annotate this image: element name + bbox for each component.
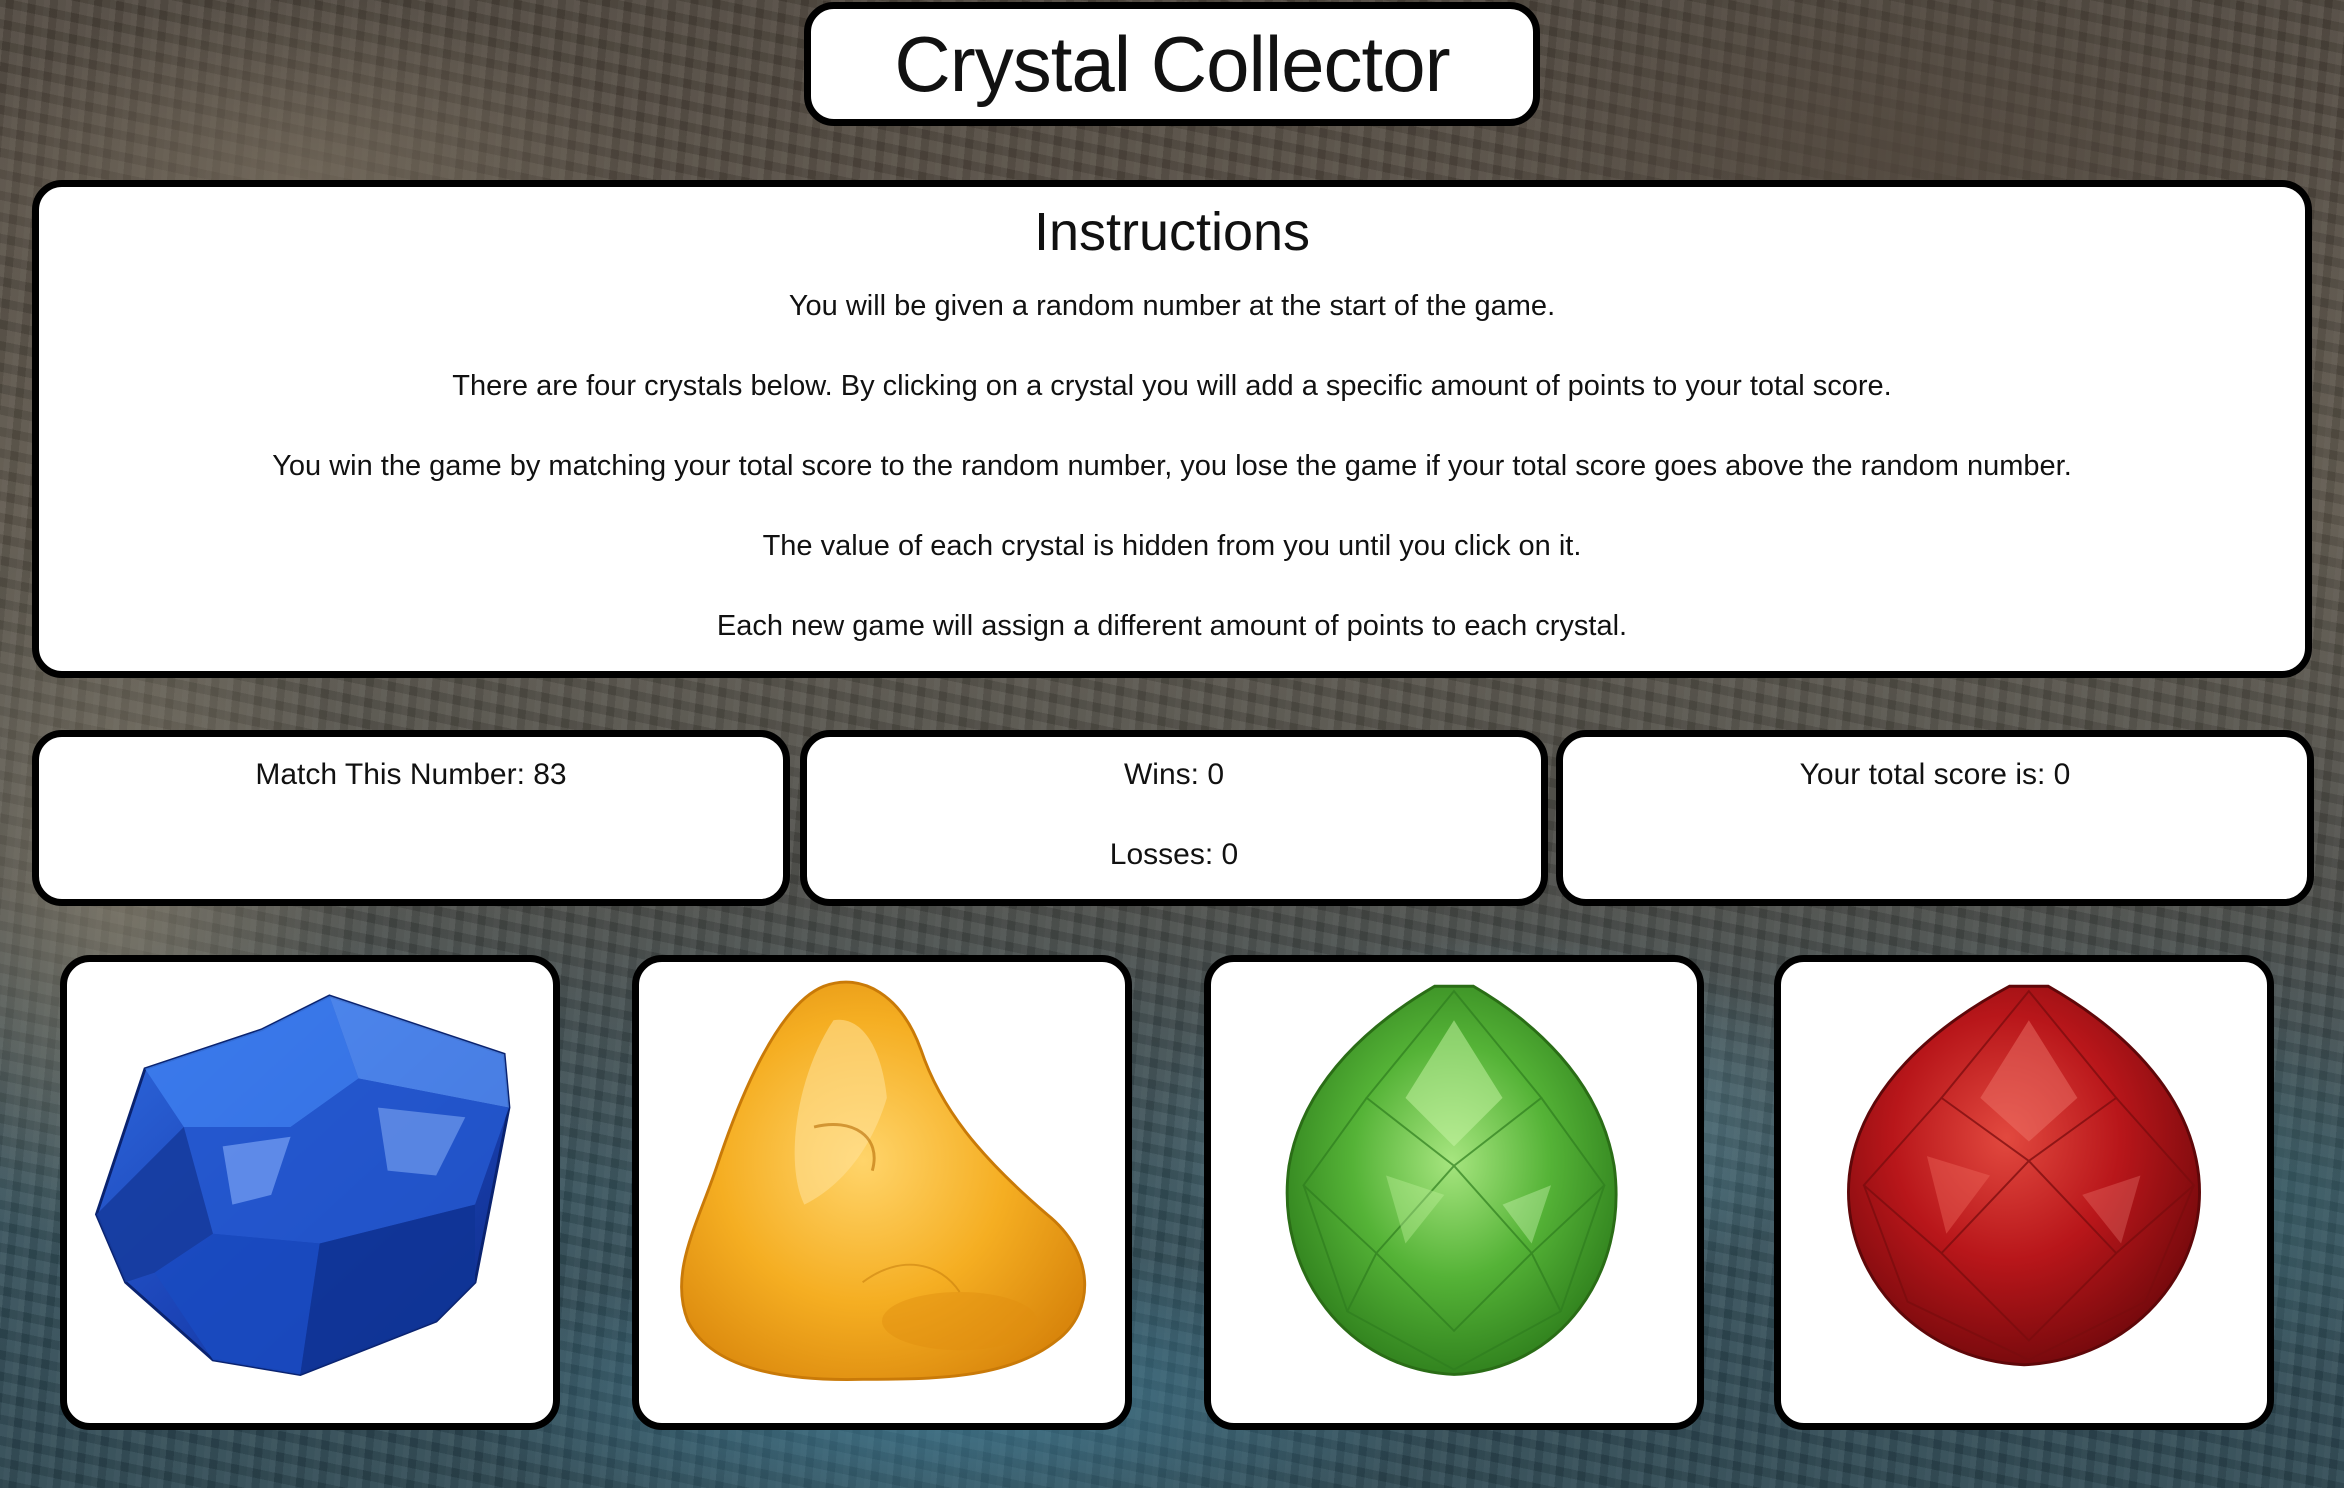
target-number-label: Match This Number: 83 [255,758,567,791]
win-loss-box: Wins: 0 Losses: 0 [800,730,1548,906]
instructions-list: You will be given a random number at the… [39,266,2305,666]
blue-crystal-icon [94,994,511,1376]
instruction-line: You win the game by matching your total … [272,450,2072,483]
green-crystal-button[interactable] [1204,955,1704,1430]
instructions-panel: Instructions You will be given a random … [32,180,2312,678]
page-title: Crystal Collector [894,20,1450,108]
total-score-box: Your total score is: 0 [1556,730,2314,906]
red-crystal-button[interactable] [1774,955,2274,1430]
green-crystal-icon [1285,984,1618,1376]
instruction-line: Each new game will assign a different am… [716,610,1628,643]
instructions-heading: Instructions [1033,202,1311,262]
instruction-line: The value of each crystal is hidden from… [762,530,1582,563]
blue-crystal-button[interactable] [60,955,560,1430]
instruction-line: You will be given a random number at the… [788,290,1556,323]
wins-label: Wins: 0 [1123,758,1225,791]
losses-label: Losses: 0 [1109,838,1239,871]
title-box: Crystal Collector [804,2,1540,126]
red-crystal-icon [1847,984,2201,1367]
total-score-label: Your total score is: 0 [1799,758,2071,791]
target-number-box: Match This Number: 83 [32,730,790,906]
amber-crystal-button[interactable] [632,955,1132,1430]
instruction-line: There are four crystals below. By clicki… [452,370,1892,403]
amber-crystal-icon [680,980,1087,1381]
